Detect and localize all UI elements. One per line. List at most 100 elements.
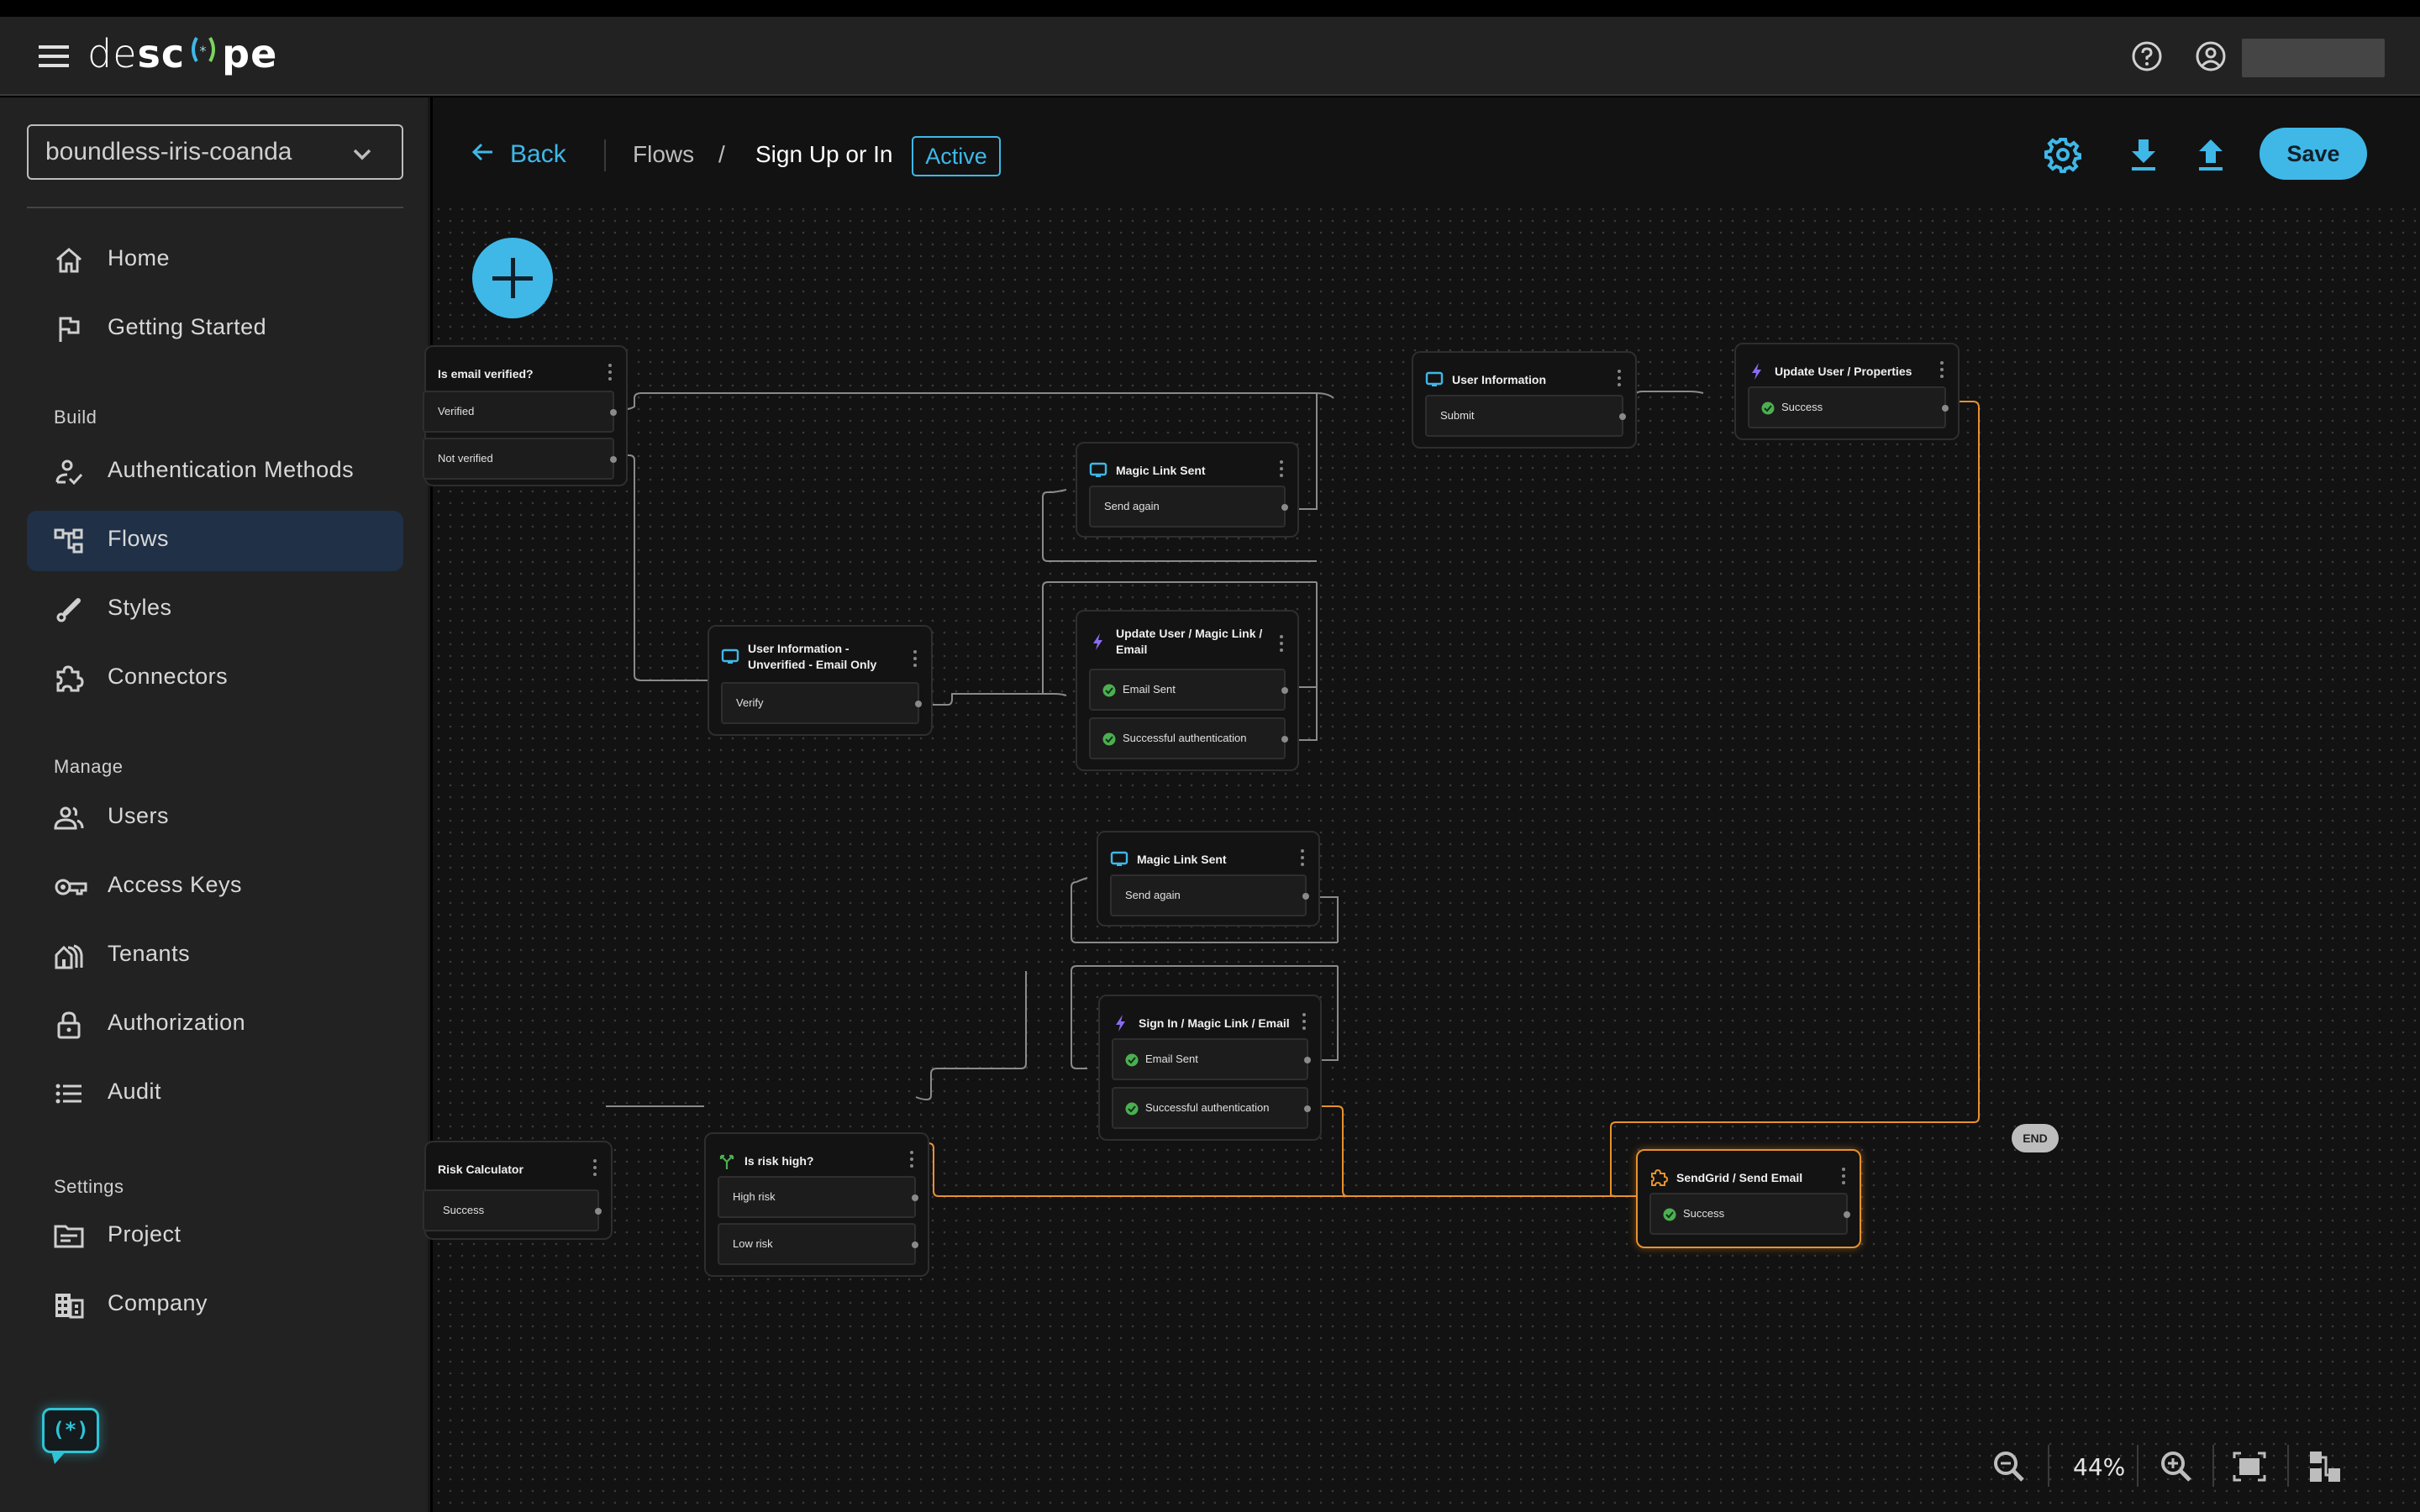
node-update-user-magic-link[interactable]: Update User / Magic Link / Email Email S… [1076, 610, 1299, 771]
sidebar-item-flows[interactable]: Flows [27, 511, 403, 571]
app-header: de sc * pe [0, 17, 2420, 96]
node-user-information[interactable]: User Information Submit [1412, 351, 1637, 449]
output-handle[interactable] [1304, 1057, 1311, 1063]
check-circle-icon [1102, 732, 1116, 746]
descope-logo-mark-icon: * [187, 30, 220, 76]
output-handle[interactable] [1304, 1105, 1311, 1112]
node-output[interactable]: Success [423, 1189, 602, 1231]
more-vertical-icon[interactable] [1279, 635, 1284, 652]
user-name-placeholder[interactable] [2242, 39, 2385, 77]
upload-icon[interactable] [2192, 136, 2229, 173]
node-output[interactable]: Not verified [423, 438, 617, 480]
fit-view-icon[interactable] [2233, 1450, 2266, 1483]
back-button[interactable]: Back [470, 139, 566, 169]
descope-logo[interactable]: de sc * pe [87, 30, 277, 76]
node-output[interactable]: Submit [1425, 395, 1626, 437]
node-title: Is email verified? [438, 366, 534, 381]
node-output[interactable]: Verify [721, 682, 922, 724]
sidebar-item-getting-started[interactable]: Getting Started [27, 299, 403, 360]
output-handle[interactable] [595, 1208, 602, 1215]
download-icon[interactable] [2125, 136, 2162, 173]
node-output[interactable]: Email Sent [1112, 1038, 1311, 1080]
sidebar-item-authentication-methods[interactable]: Authentication Methods [27, 442, 403, 502]
status-badge: Active [912, 136, 1001, 176]
sidebar-item-access-keys[interactable]: Access Keys [27, 857, 403, 917]
more-vertical-icon[interactable] [1300, 849, 1305, 866]
save-button[interactable]: Save [2260, 128, 2367, 180]
sidebar-item-connectors[interactable]: Connectors [27, 648, 403, 709]
node-output[interactable]: Email Sent [1089, 669, 1288, 711]
more-vertical-icon[interactable] [1617, 370, 1622, 386]
node-title: Risk Calculator [438, 1162, 523, 1176]
edge-not-verified-to-unverified-info [619, 454, 708, 681]
output-handle[interactable] [610, 456, 617, 463]
sidebar-item-styles[interactable]: Styles [27, 580, 403, 640]
add-node-button[interactable] [472, 238, 553, 318]
node-output[interactable]: Success [1748, 386, 1949, 428]
sidebar-item-company[interactable]: Company [27, 1275, 403, 1336]
node-output[interactable]: Verified [423, 391, 617, 433]
node-sendgrid-send-email[interactable]: SendGrid / Send Email Success [1636, 1149, 1861, 1248]
output-handle[interactable] [915, 701, 922, 707]
more-vertical-icon[interactable] [1279, 460, 1284, 477]
project-selector[interactable]: boundless-iris-coanda [27, 124, 403, 180]
node-is-email-verified[interactable]: Is email verified? Verified Not verified [423, 345, 628, 486]
node-magic-link-sent-1[interactable]: Magic Link Sent Send again [1076, 442, 1299, 538]
more-vertical-icon[interactable] [909, 1151, 914, 1168]
account-circle-icon[interactable] [2195, 40, 2227, 72]
gear-icon[interactable] [2044, 136, 2081, 173]
sidebar-item-authorization[interactable]: Authorization [27, 995, 403, 1055]
output-handle[interactable] [1281, 687, 1288, 694]
more-vertical-icon[interactable] [1302, 1013, 1307, 1030]
node-risk-calculator[interactable]: Risk Calculator Success [423, 1141, 613, 1240]
output-handle[interactable] [1281, 736, 1288, 743]
node-output[interactable]: Successful authentication [1089, 717, 1288, 759]
lightning-icon [1089, 633, 1107, 651]
end-node[interactable]: END [2012, 1124, 2059, 1152]
chat-assistant-button[interactable]: (*) [42, 1408, 99, 1464]
node-update-user-properties[interactable]: Update User / Properties Success [1734, 343, 1960, 440]
output-handle[interactable] [1942, 405, 1949, 412]
folder-icon [54, 1221, 84, 1252]
sidebar-item-tenants[interactable]: Tenants [27, 926, 403, 986]
sidebar: boundless-iris-coanda Home Getting Start… [0, 97, 430, 1512]
zoom-in-icon[interactable] [2160, 1450, 2193, 1483]
help-circle-icon[interactable] [2131, 40, 2163, 72]
node-output[interactable]: High risk [718, 1176, 918, 1218]
node-output[interactable]: Send again [1110, 874, 1309, 916]
node-output[interactable]: Successful authentication [1112, 1087, 1311, 1129]
more-vertical-icon[interactable] [608, 364, 613, 381]
sidebar-item-audit[interactable]: Audit [27, 1063, 403, 1124]
check-circle-icon [1663, 1208, 1676, 1221]
zoom-out-icon[interactable] [1992, 1450, 2026, 1483]
sidebar-item-project[interactable]: Project [27, 1206, 403, 1267]
node-sign-in-magic-link[interactable]: Sign In / Magic Link / Email Email Sent … [1098, 995, 1322, 1141]
node-user-info-unverified[interactable]: User Information - Unverified - Email On… [708, 625, 933, 736]
node-output[interactable]: Success [1649, 1193, 1850, 1235]
chevron-down-icon [351, 143, 373, 165]
breadcrumb-flows[interactable]: Flows [633, 141, 694, 168]
more-vertical-icon[interactable] [1939, 361, 1944, 378]
auto-layout-icon[interactable] [2308, 1450, 2342, 1483]
sidebar-divider [27, 207, 403, 208]
more-vertical-icon[interactable] [592, 1159, 597, 1176]
output-handle[interactable] [1619, 413, 1626, 420]
menu-button[interactable] [39, 45, 69, 67]
output-handle[interactable] [1281, 504, 1288, 511]
sidebar-item-home[interactable]: Home [27, 230, 403, 291]
puzzle-icon [1649, 1168, 1669, 1187]
node-output[interactable]: Send again [1089, 486, 1288, 528]
more-vertical-icon[interactable] [1841, 1168, 1846, 1184]
node-magic-link-sent-2[interactable]: Magic Link Sent Send again [1097, 831, 1320, 927]
more-vertical-icon[interactable] [913, 650, 918, 667]
node-output[interactable]: Low risk [718, 1223, 918, 1265]
output-handle[interactable] [1302, 893, 1309, 900]
user-check-icon [54, 457, 84, 487]
output-handle[interactable] [1844, 1211, 1850, 1218]
sidebar-item-users[interactable]: Users [27, 788, 403, 848]
output-handle[interactable] [912, 1194, 918, 1201]
output-handle[interactable] [610, 409, 617, 416]
node-is-risk-high[interactable]: Is risk high? High risk Low risk [704, 1132, 929, 1277]
output-handle[interactable] [912, 1242, 918, 1248]
flow-canvas[interactable]: Back Flows / Sign Up or In Active Save I… [423, 97, 2420, 1512]
